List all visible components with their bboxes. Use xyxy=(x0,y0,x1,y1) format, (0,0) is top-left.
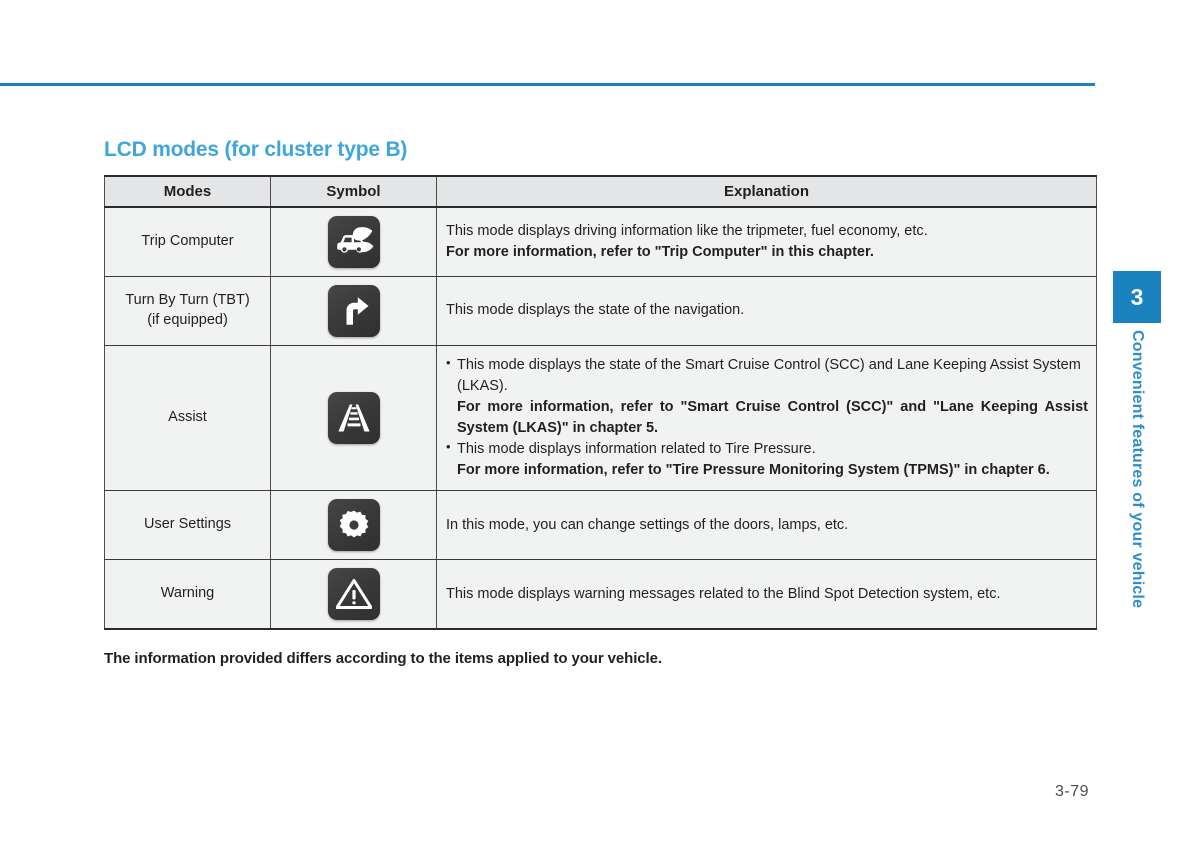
mode-label: Assist xyxy=(168,409,207,426)
column-header-symbol: Symbol xyxy=(270,175,437,208)
table-row: Turn By Turn (TBT) (if equipped) This mo… xyxy=(104,276,1097,346)
mode-sublabel: (if equipped) xyxy=(147,312,228,328)
warning-triangle-icon xyxy=(327,568,380,621)
mode-explanation-cell: This mode displays the state of the navi… xyxy=(436,276,1097,346)
mode-name-cell: Turn By Turn (TBT) (if equipped) xyxy=(104,276,271,346)
explanation-text: This mode displays driving information l… xyxy=(446,222,928,239)
mode-symbol-cell xyxy=(270,559,437,631)
explanation-text: This mode displays information related t… xyxy=(446,438,1088,460)
mode-label: Warning xyxy=(160,585,215,602)
mode-symbol-cell xyxy=(270,276,437,346)
table-row: User Settings In this mode, you can chan… xyxy=(104,490,1097,561)
mode-explanation-cell: This mode displays driving information l… xyxy=(436,206,1097,277)
table-note: The information provided differs accordi… xyxy=(104,650,662,667)
explanation-text: This mode displays the state of the Smar… xyxy=(446,354,1088,397)
explanation-reference: For more information, refer to "Trip Com… xyxy=(446,244,874,260)
lane-road-icon xyxy=(327,392,380,445)
table-row: Trip Computer This mode displays driving… xyxy=(104,206,1097,277)
page-title: LCD modes (for cluster type B) xyxy=(104,138,408,161)
column-header-explanation: Explanation xyxy=(436,175,1097,208)
mode-label: Turn By Turn (TBT) xyxy=(125,292,250,309)
chapter-title-text: Convenient features of your vehicle xyxy=(1129,330,1146,609)
gear-icon xyxy=(327,499,380,552)
mode-label: User Settings xyxy=(143,516,232,533)
table-row: Assist T xyxy=(104,344,1097,492)
chapter-number-tab: 3 xyxy=(1113,271,1161,323)
mode-symbol-cell xyxy=(270,206,437,277)
explanation-text: In this mode, you can change settings of… xyxy=(446,516,849,533)
mode-label: Trip Computer xyxy=(141,233,234,250)
lcd-modes-table: Modes Symbol Explanation Trip Computer T… xyxy=(104,175,1097,631)
header-rule xyxy=(0,83,1095,86)
mode-name-cell: User Settings xyxy=(104,490,271,561)
mode-name-cell: Trip Computer xyxy=(104,206,271,277)
explanation-reference: For more information, refer to "Smart Cr… xyxy=(457,399,1088,437)
page-number: 3-79 xyxy=(1055,783,1090,800)
explanation-text: This mode displays the state of the navi… xyxy=(446,302,745,319)
mode-explanation-cell: This mode displays the state of the Smar… xyxy=(436,344,1097,492)
table-row: Warning This mode displays warning messa… xyxy=(104,559,1097,631)
eco-car-leaf-icon xyxy=(327,216,380,268)
mode-name-cell: Assist xyxy=(104,344,271,492)
chapter-title-vertical: Convenient features of your vehicle xyxy=(1112,330,1162,640)
mode-explanation-cell: This mode displays warning messages rela… xyxy=(436,559,1097,631)
turn-right-arrow-icon xyxy=(327,285,380,337)
explanation-text: This mode displays warning messages rela… xyxy=(446,585,1001,602)
mode-name-cell: Warning xyxy=(104,559,271,631)
mode-symbol-cell xyxy=(270,344,437,492)
mode-explanation-cell: In this mode, you can change settings of… xyxy=(436,490,1097,561)
mode-symbol-cell xyxy=(270,490,437,561)
explanation-reference: For more information, refer to "Tire Pre… xyxy=(457,462,1050,479)
table-header-row: Modes Symbol Explanation xyxy=(104,175,1097,208)
column-header-modes: Modes xyxy=(104,175,271,208)
